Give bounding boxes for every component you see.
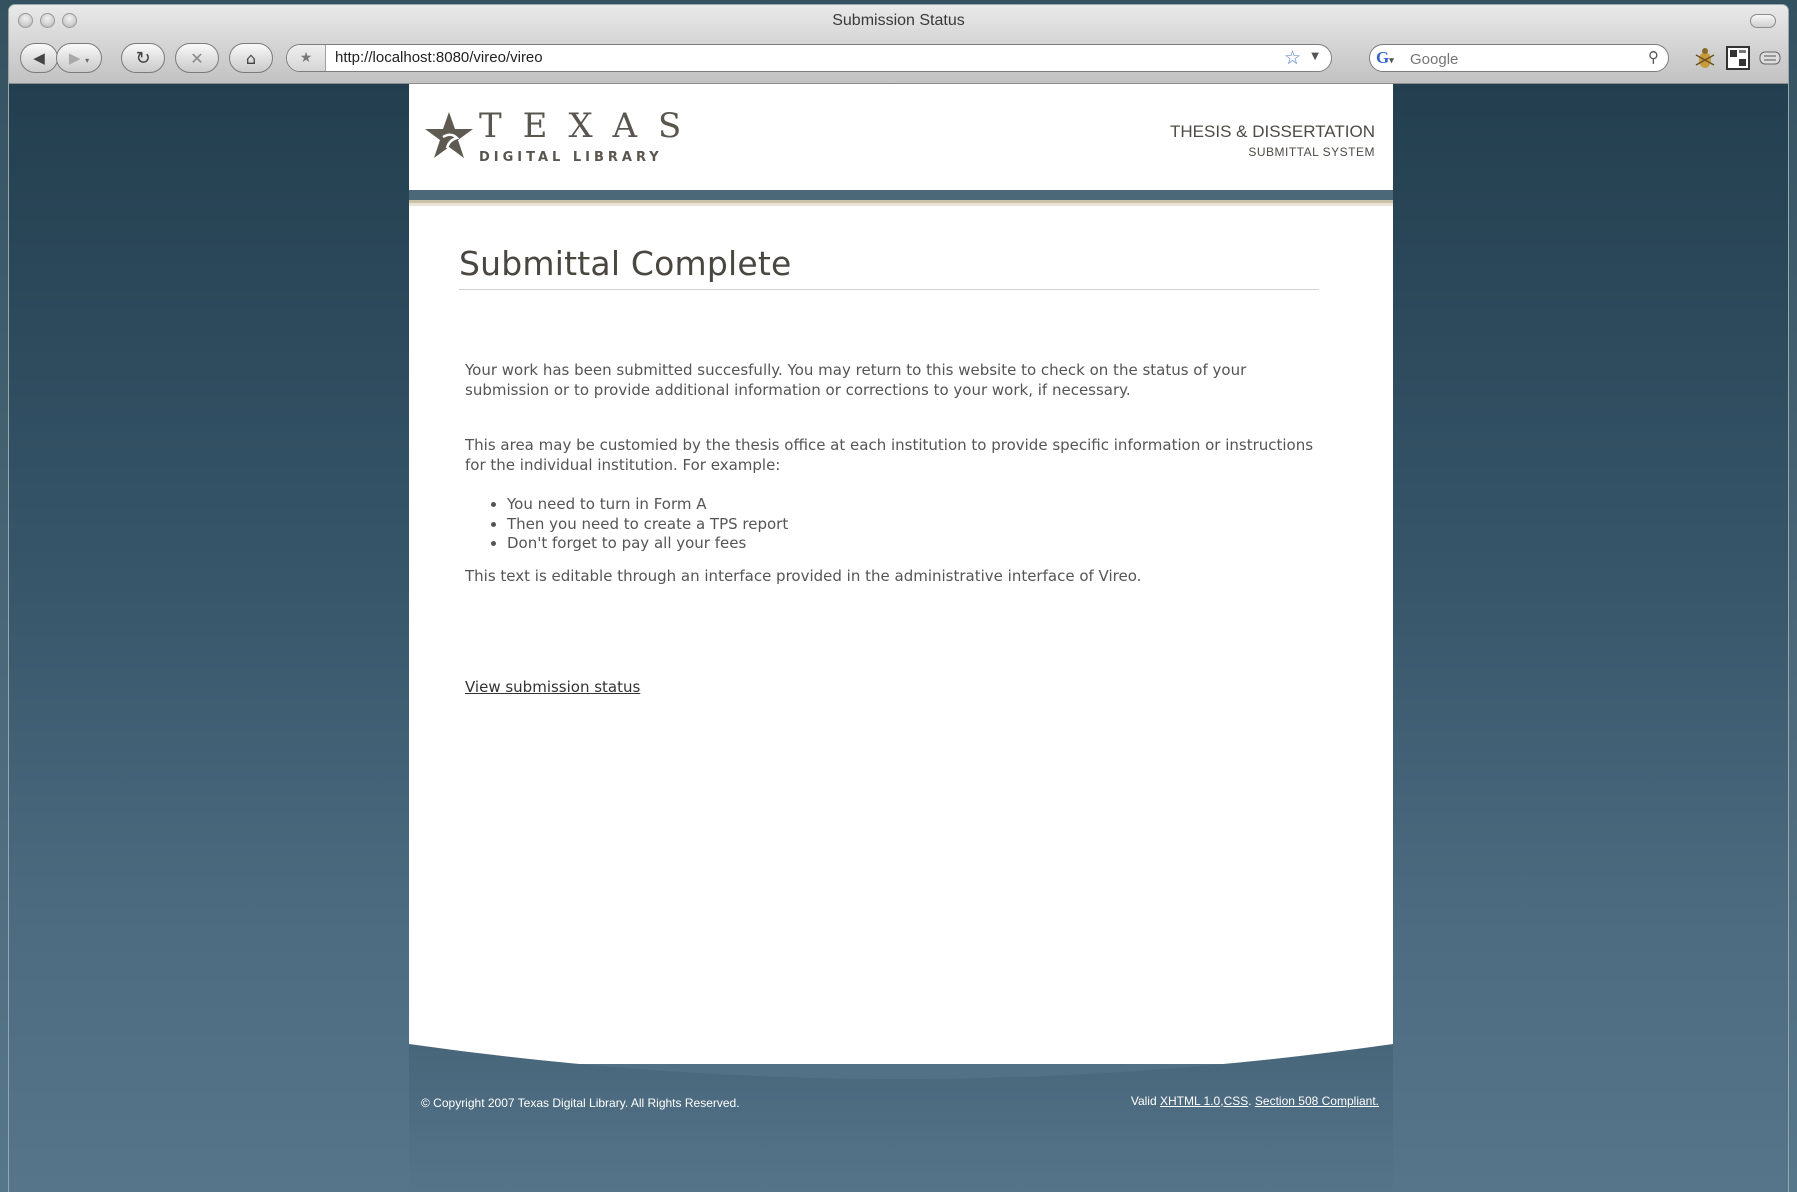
toolbar-toggle-button[interactable]: [1750, 14, 1776, 28]
home-icon: ⌂: [245, 48, 257, 68]
list-item: You need to turn in Form A: [507, 495, 1319, 515]
header-band-light: [409, 203, 1393, 206]
view-status-link[interactable]: View submission status: [465, 678, 640, 696]
page-container: TEXAS DIGITAL LIBRARY THESIS & DISSERTAT…: [409, 84, 1393, 1192]
back-icon: ◀: [33, 49, 45, 67]
magnifier-icon[interactable]: ⚲: [1648, 48, 1659, 66]
copyright-text: © Copyright 2007 Texas Digital Library. …: [421, 1096, 740, 1110]
home-button[interactable]: ⌂: [229, 43, 273, 73]
back-button[interactable]: ◀: [20, 43, 58, 73]
success-message: Your work has been submitted succesfully…: [465, 361, 1247, 399]
browser-chrome: Submission Status ◀ ▶ ▾ ↻ ✕ ⌂ ★ http://l…: [9, 5, 1788, 84]
section508-link[interactable]: Section 508 Compliant.: [1255, 1094, 1379, 1108]
editable-note: This text is editable through an interfa…: [465, 566, 1142, 585]
address-bar[interactable]: ★ http://localhost:8080/vireo/vireo ☆ ▼: [286, 44, 1332, 72]
custom-info-text: This area may be customied by the thesis…: [465, 436, 1314, 474]
grid-icon[interactable]: [1725, 45, 1751, 71]
instruction-list: You need to turn in Form A Then you need…: [459, 495, 1319, 554]
page-title: Submittal Complete: [459, 244, 1319, 290]
chevron-down-icon[interactable]: ▼: [1311, 51, 1319, 62]
logo-texas: TEXAS: [479, 106, 703, 146]
reload-button[interactable]: ↻: [121, 43, 165, 73]
window-title: Submission Status: [832, 12, 965, 29]
logo-star-icon: [425, 112, 473, 158]
google-icon[interactable]: G▾: [1376, 48, 1406, 68]
validity-links: Valid XHTML 1.0,CSS. Section 508 Complia…: [1130, 1094, 1379, 1108]
list-item: Don't forget to pay all your fees: [507, 534, 1319, 554]
stop-icon: ✕: [190, 48, 204, 68]
footer-curve: [409, 1044, 1393, 1192]
header-band: [409, 190, 1393, 200]
browser-window: Submission Status ◀ ▶ ▾ ↻ ✕ ⌂ ★ http://l…: [9, 5, 1788, 1192]
forward-icon: ▶ ▾: [68, 49, 90, 67]
search-bar[interactable]: G▾ ⚲: [1369, 44, 1669, 72]
reload-icon: ↻: [135, 47, 151, 69]
page-viewport: TEXAS DIGITAL LIBRARY THESIS & DISSERTAT…: [9, 84, 1788, 1192]
brand-subtitle: SUBMITTAL SYSTEM: [1248, 145, 1375, 159]
main-content: Submittal Complete Your work has been su…: [459, 244, 1319, 586]
url-text[interactable]: http://localhost:8080/vireo/vireo: [335, 49, 543, 66]
bookmark-star-icon[interactable]: ★: [287, 45, 326, 71]
css-link[interactable]: CSS: [1224, 1094, 1249, 1108]
bug-icon[interactable]: [1692, 45, 1718, 71]
forward-button[interactable]: ▶ ▾: [56, 43, 102, 73]
list-item: Then you need to create a TPS report: [507, 515, 1319, 535]
valid-label: Valid: [1130, 1094, 1157, 1108]
logo-subtitle: DIGITAL LIBRARY: [479, 150, 663, 165]
menu-icon[interactable]: [1757, 45, 1783, 71]
star-icon[interactable]: ☆: [1284, 47, 1301, 69]
stop-button[interactable]: ✕: [175, 43, 219, 73]
brand-title: THESIS & DISSERTATION: [1170, 122, 1375, 141]
site-header: TEXAS DIGITAL LIBRARY THESIS & DISSERTAT…: [409, 84, 1393, 190]
xhtml-link[interactable]: XHTML 1.0: [1160, 1094, 1220, 1108]
search-input[interactable]: [1408, 48, 1632, 70]
